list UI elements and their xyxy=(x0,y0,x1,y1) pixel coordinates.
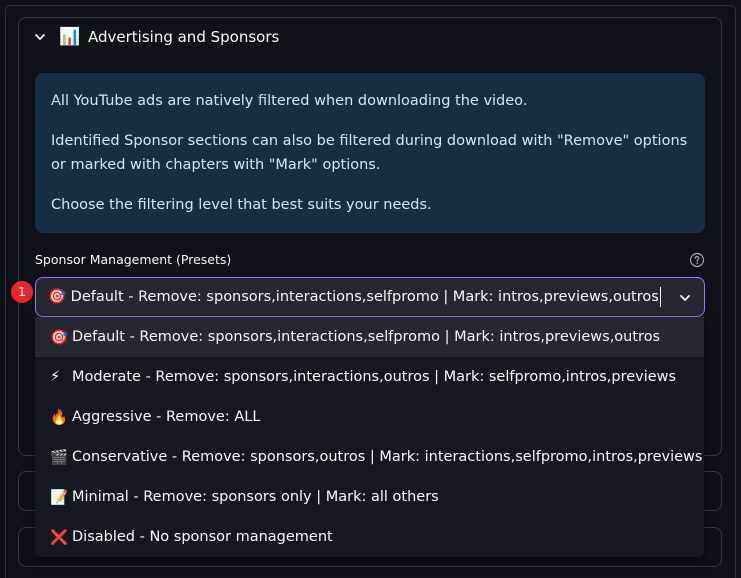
memo-icon: 📝 xyxy=(50,489,69,506)
select-value: 🎯 Default - Remove: sponsors,interaction… xyxy=(48,287,661,307)
chevron-down-icon xyxy=(35,34,45,40)
info-box: All YouTube ads are natively filtered wh… xyxy=(35,73,705,233)
clapperboard-icon: 🎬 xyxy=(50,449,69,466)
marker-badge: 1 xyxy=(11,281,33,303)
option-minimal[interactable]: 📝 Minimal - Remove: sponsors only | Mark:… xyxy=(35,477,704,517)
option-conservative[interactable]: 🎬 Conservative - Remove: sponsors,outros … xyxy=(35,437,704,477)
option-disabled[interactable]: ❌ Disabled - No sponsor management xyxy=(35,517,704,557)
option-label: Minimal - Remove: sponsors only | Mark: … xyxy=(72,489,439,505)
expander-title: Advertising and Sponsors xyxy=(88,28,280,46)
help-icon[interactable] xyxy=(689,252,705,268)
lightning-icon: ⚡ xyxy=(50,369,61,385)
option-label: Disabled - No sponsor management xyxy=(72,529,333,545)
option-moderate[interactable]: ⚡ Moderate - Remove: sponsors,interaction… xyxy=(35,357,704,397)
info-text: Identified Sponsor sections can also be … xyxy=(51,133,688,173)
text-cursor xyxy=(659,287,661,307)
option-label: Default - Remove: sponsors,interactions,… xyxy=(72,329,661,345)
chevron-down-icon xyxy=(680,295,690,301)
select-dropdown-menu: 🎯 Default - Remove: sponsors,interactions… xyxy=(35,317,704,557)
option-default[interactable]: 🎯 Default - Remove: sponsors,interactions… xyxy=(35,317,704,357)
target-icon: 🎯 xyxy=(50,329,69,346)
cross-mark-icon: ❌ xyxy=(50,529,69,546)
info-text: All YouTube ads are natively filtered wh… xyxy=(51,93,528,109)
expander-header[interactable]: 📊 Advertising and Sponsors xyxy=(19,18,721,56)
chart-icon: 📊 xyxy=(59,27,81,47)
fire-icon: 🔥 xyxy=(50,409,69,426)
option-label: Moderate - Remove: sponsors,interactions… xyxy=(72,369,677,385)
option-label: Aggressive - Remove: ALL xyxy=(72,409,261,425)
info-text: Choose the filtering level that best sui… xyxy=(51,197,432,213)
select-label: Sponsor Management (Presets) xyxy=(35,252,232,267)
preset-select[interactable]: 🎯 Default - Remove: sponsors,interaction… xyxy=(35,277,705,317)
option-aggressive[interactable]: 🔥 Aggressive - Remove: ALL xyxy=(35,397,704,437)
option-label: Conservative - Remove: sponsors,outros |… xyxy=(72,449,703,465)
